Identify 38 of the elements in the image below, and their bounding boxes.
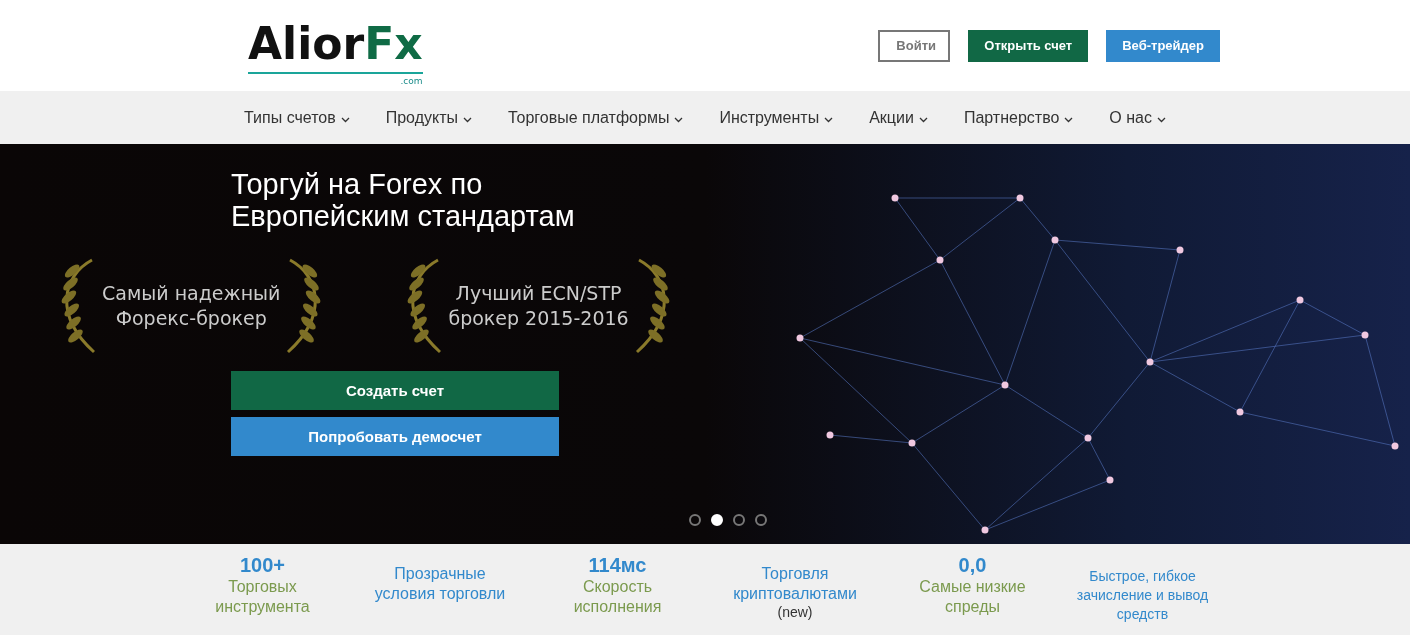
award-text: Самый надежный Форекс-брокер xyxy=(102,281,281,331)
feature-value: 114мс xyxy=(588,554,647,577)
feature-label: Самые низкие спреды xyxy=(918,577,1027,617)
nav-menu-item[interactable]: Партнерство xyxy=(963,108,1074,127)
nav-menu-item[interactable]: О нас xyxy=(1109,108,1166,127)
carousel-dot[interactable] xyxy=(689,514,701,526)
feature-label: Прозрачные условия торговли xyxy=(373,564,507,604)
feature-note: (new) xyxy=(777,604,813,620)
logo-domain-text: .com xyxy=(400,76,423,86)
logo-text: Alior xyxy=(248,17,365,69)
feature-label: Торговых инструмента xyxy=(214,577,311,617)
feature-label: Скорость исполнения xyxy=(572,577,663,617)
cta-button[interactable]: Попробовать демосчет xyxy=(231,417,559,456)
header-button[interactable]: Веб-трейдер xyxy=(1106,29,1220,62)
chevron-down-icon xyxy=(1156,116,1166,123)
chevron-down-icon xyxy=(340,116,350,123)
feature-value: 100+ xyxy=(239,554,286,577)
chevron-down-icon xyxy=(824,116,834,123)
hero-title: Торгуй на Forex по Европейским стандартам xyxy=(231,168,576,232)
nav-menu-item[interactable]: Продукты xyxy=(385,108,472,127)
cta-button[interactable]: Создать счет xyxy=(231,371,559,410)
feature-label: Торговля криптовалютами xyxy=(732,564,858,604)
nav-menu-item[interactable]: Типы счетов xyxy=(244,108,350,127)
feature-value: 0,0 xyxy=(958,554,987,577)
award-text: Лучший ECN/STP брокер 2015-2016 xyxy=(448,281,629,331)
nav-menu-item[interactable]: Инструменты xyxy=(719,108,834,127)
chevron-down-icon xyxy=(674,116,684,123)
chevron-down-icon xyxy=(463,116,472,123)
nav-menu-item[interactable]: Акции xyxy=(869,108,928,127)
nav-menu-item[interactable]: Торговые платформы xyxy=(508,108,684,127)
carousel-dot[interactable] xyxy=(755,514,767,526)
logo-accent-text: Fx xyxy=(364,17,423,69)
header-button[interactable]: Открыть счет xyxy=(968,29,1089,62)
carousel-dot[interactable] xyxy=(733,514,745,526)
feature-label: Быстрое, гибкое зачисление и вывод средств xyxy=(1075,567,1210,624)
header-button[interactable]: Войти xyxy=(878,29,951,62)
chevron-down-icon xyxy=(918,116,928,123)
chevron-down-icon xyxy=(1064,116,1074,123)
